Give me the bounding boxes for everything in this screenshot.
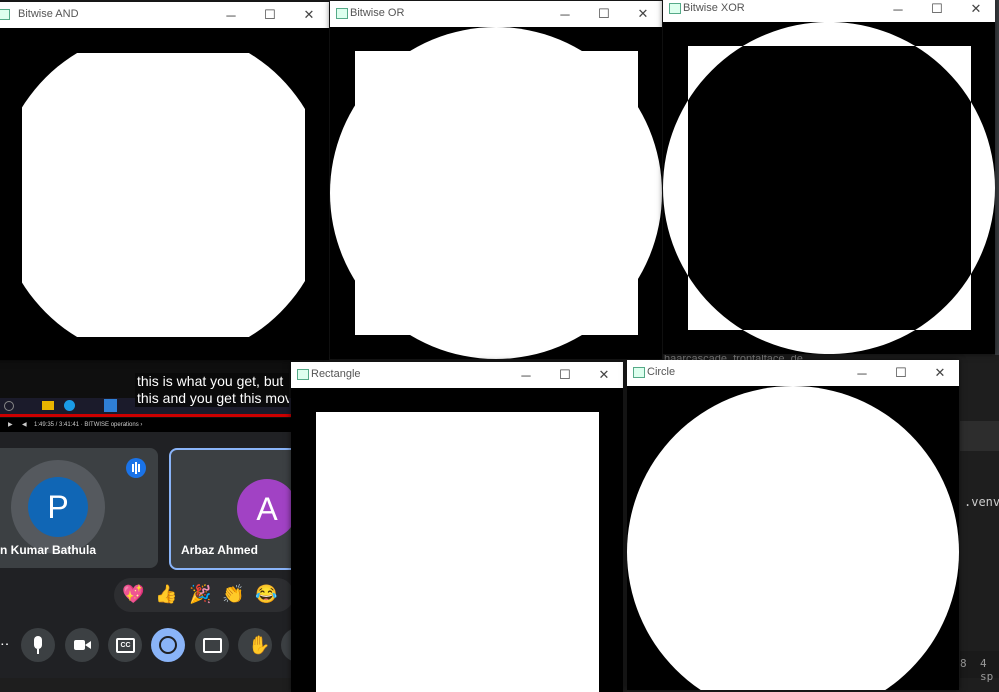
- captions-button[interactable]: CC: [108, 628, 142, 662]
- window-icon: [669, 3, 681, 14]
- emoji-button[interactable]: [151, 628, 185, 662]
- bitwise-and-image: [22, 53, 305, 337]
- window-bitwise-xor[interactable]: Bitwise XOR ─ ☐ ✕: [663, 0, 995, 354]
- white-circle: [627, 386, 959, 690]
- minimize-button[interactable]: ─: [509, 362, 543, 388]
- video-caption: this is what you get, but this and you g…: [135, 373, 289, 407]
- window-title: Circle: [647, 366, 676, 378]
- participant-name: Arbaz Ahmed: [181, 543, 258, 557]
- white-rectangle: [316, 412, 599, 692]
- window-bitwise-or[interactable]: Bitwise OR ─ ☐ ✕: [330, 1, 662, 359]
- youtube-progress-bar[interactable]: [0, 414, 300, 417]
- or-rectangle: [355, 51, 638, 335]
- youtube-controls: ▶ ◀ 1:49:35 / 3:41:41 · BITWISE operatio…: [0, 418, 300, 432]
- raise-hand-button[interactable]: ✋: [238, 628, 272, 662]
- participant-tile-2[interactable]: A Arbaz Ahmed: [169, 448, 303, 570]
- bitwise-or-image: [330, 27, 662, 359]
- reaction-clap[interactable]: 👏: [222, 584, 244, 604]
- titlebar[interactable]: Bitwise XOR ─ ☐ ✕: [663, 0, 995, 22]
- audio-indicator-icon: [126, 458, 146, 478]
- titlebar[interactable]: Circle ─ ☐ ✕: [627, 360, 959, 386]
- window-icon: [297, 369, 309, 380]
- image-canvas: [627, 386, 959, 690]
- minimize-button[interactable]: ─: [881, 0, 915, 22]
- edge-icon: [64, 400, 75, 411]
- and-shape: [22, 53, 305, 337]
- reaction-party[interactable]: 🎉: [189, 584, 211, 604]
- camera-button[interactable]: [65, 628, 99, 662]
- avatar: A: [237, 479, 297, 539]
- window-title: Bitwise OR: [350, 7, 405, 19]
- maximize-button[interactable]: ☐: [587, 1, 621, 27]
- raise-hand-icon: ✋: [248, 635, 271, 655]
- window-circle[interactable]: Circle ─ ☐ ✕: [627, 360, 959, 690]
- present-icon: [203, 638, 222, 653]
- caption-line-2: this and you get this mov: [137, 390, 289, 406]
- folder-icon: [42, 401, 54, 410]
- participant-name: n Kumar Bathula: [0, 543, 97, 557]
- reaction-heart[interactable]: 💖: [122, 584, 144, 604]
- participant-tile-1[interactable]: P n Kumar Bathula: [0, 448, 158, 568]
- status-line[interactable]: 8: [960, 657, 967, 670]
- minimize-button[interactable]: ─: [548, 1, 582, 27]
- image-canvas: [330, 27, 662, 359]
- reaction-thumbs-up[interactable]: 👍: [155, 584, 177, 604]
- vscode-editor-edge: .venv\ 8 4 sp: [960, 355, 999, 683]
- status-spaces[interactable]: 4 sp: [980, 657, 999, 683]
- venv-text: .venv\: [964, 495, 999, 509]
- minimize-button[interactable]: ─: [845, 360, 879, 386]
- maximize-button[interactable]: ☐: [548, 362, 582, 388]
- bitwise-xor-image: [663, 22, 995, 354]
- vscode-icon[interactable]: [104, 399, 117, 412]
- camera-icon: [74, 640, 85, 650]
- vscode-scrollbar[interactable]: [995, 0, 999, 360]
- window-icon: [0, 9, 10, 20]
- rectangle-image: [316, 412, 599, 692]
- window-bitwise-and[interactable]: Bitwise AND ─ ☐ ✕: [0, 2, 329, 360]
- titlebar[interactable]: Rectangle ─ ☐ ✕: [291, 362, 623, 388]
- close-button[interactable]: ✕: [923, 360, 957, 386]
- mic-icon: [34, 636, 42, 649]
- window-icon: [336, 8, 348, 19]
- image-canvas: [663, 22, 995, 354]
- close-button[interactable]: ✕: [626, 1, 660, 27]
- youtube-time: 1:49:35 / 3:41:41 · BITWISE operations ›: [34, 422, 143, 428]
- image-canvas: [0, 28, 329, 360]
- circle-image: [627, 386, 959, 690]
- window-icon: [633, 367, 645, 378]
- close-button[interactable]: ✕: [587, 362, 621, 388]
- titlebar[interactable]: Bitwise OR ─ ☐ ✕: [330, 1, 662, 27]
- search-icon: [4, 401, 14, 411]
- present-button[interactable]: [195, 628, 229, 662]
- image-canvas: [291, 388, 623, 692]
- play-icon[interactable]: ▶: [8, 418, 13, 432]
- maximize-button[interactable]: ☐: [253, 2, 287, 28]
- emoji-icon: [159, 636, 177, 654]
- close-button[interactable]: ✕: [292, 2, 326, 28]
- xor-shape: [663, 22, 995, 354]
- window-title: Bitwise AND: [18, 8, 79, 20]
- captions-icon: CC: [116, 638, 135, 653]
- reaction-laugh[interactable]: 😂: [255, 584, 277, 604]
- close-button[interactable]: ✕: [959, 0, 993, 22]
- maximize-button[interactable]: ☐: [884, 360, 918, 386]
- more-options-icon[interactable]: ‥: [0, 632, 9, 649]
- window-title: Bitwise XOR: [683, 2, 745, 14]
- window-title: Rectangle: [311, 368, 361, 380]
- minimize-button[interactable]: ─: [214, 2, 248, 28]
- volume-icon[interactable]: ◀: [22, 418, 27, 432]
- maximize-button[interactable]: ☐: [920, 0, 954, 22]
- avatar: P: [28, 477, 88, 537]
- titlebar[interactable]: Bitwise AND ─ ☐ ✕: [0, 2, 329, 28]
- window-rectangle[interactable]: Rectangle ─ ☐ ✕: [291, 362, 623, 692]
- mic-button[interactable]: [21, 628, 55, 662]
- caption-line-1: this is what you get, but: [137, 373, 284, 389]
